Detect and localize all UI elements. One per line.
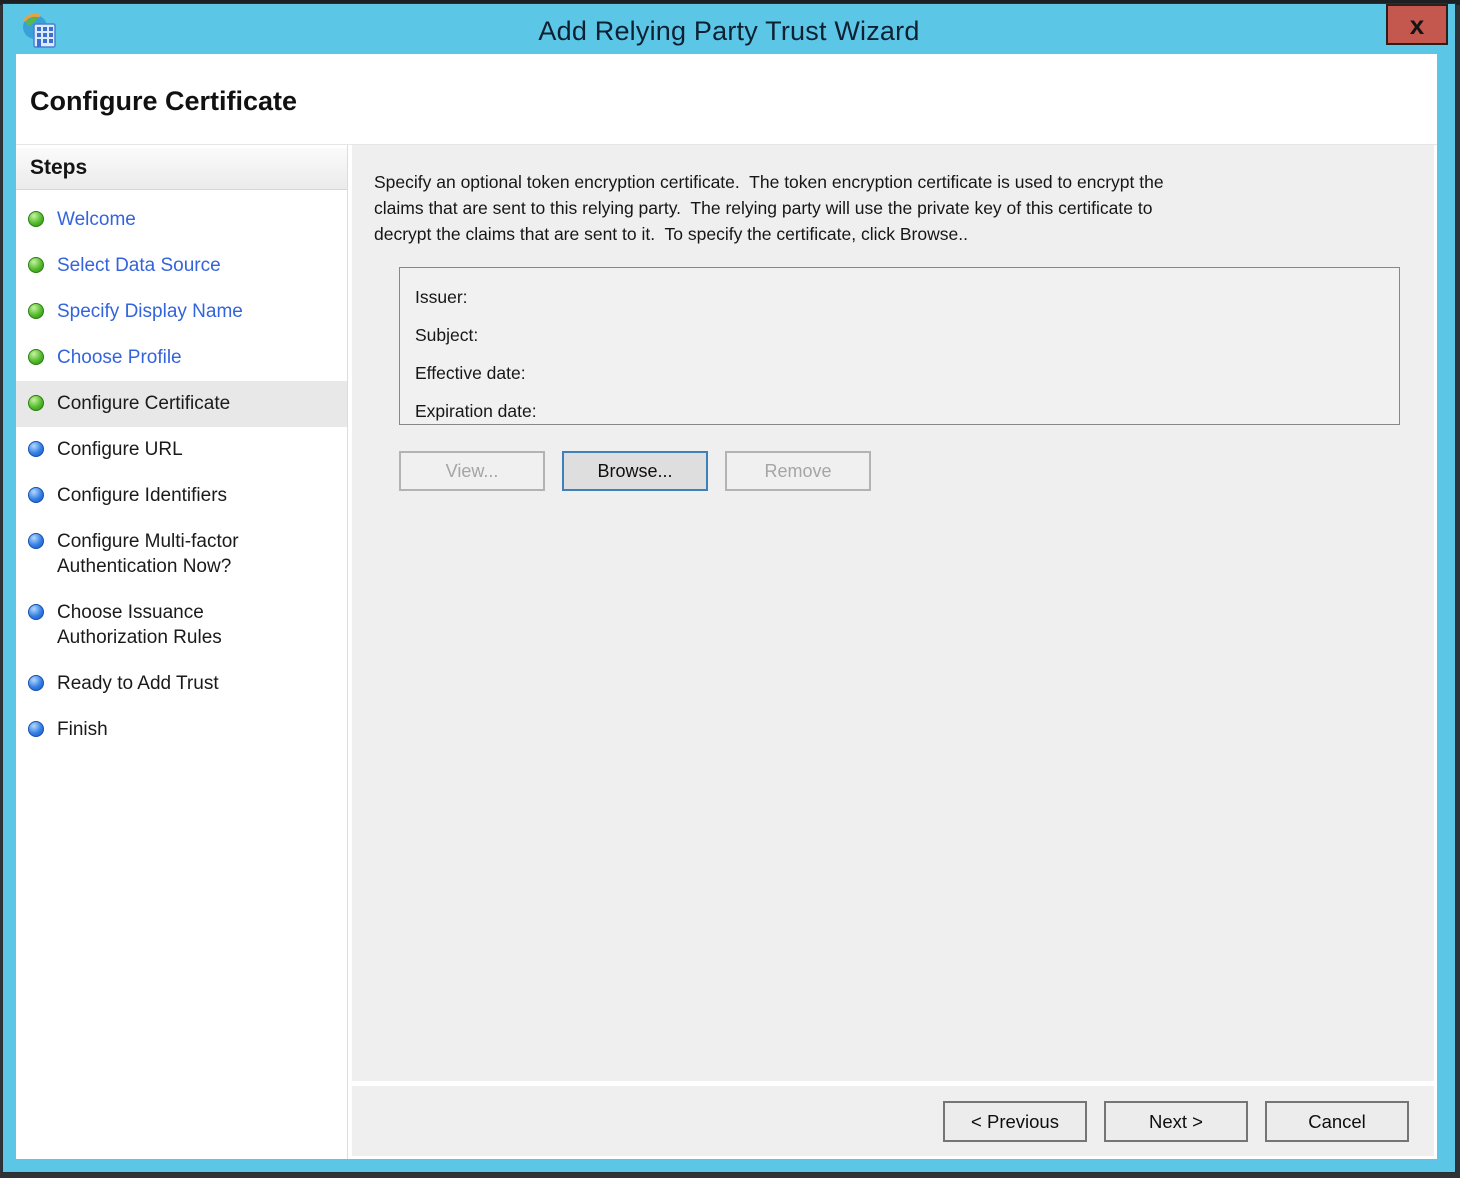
sidebar-item-choose-issuance-rules: Choose Issuance Authorization Rules xyxy=(16,590,347,661)
previous-button[interactable]: < Previous xyxy=(943,1101,1087,1142)
sidebar-item-configure-mfa: Configure Multi-factor Authentication No… xyxy=(16,519,347,590)
sidebar-item-specify-display-name[interactable]: Specify Display Name xyxy=(16,289,347,335)
step-complete-icon xyxy=(28,211,44,227)
certificate-issuer-label: Issuer: xyxy=(415,287,468,307)
step-upcoming-icon xyxy=(28,533,44,549)
window-title: Add Relying Party Trust Wizard xyxy=(538,16,920,46)
certificate-expiration-date-label: Expiration date: xyxy=(415,401,537,421)
main-content: Specify an optional token encryption cer… xyxy=(352,145,1434,1081)
step-upcoming-icon xyxy=(28,441,44,457)
page-title: Configure Certificate xyxy=(30,86,298,116)
sidebar-item-configure-certificate: Configure Certificate xyxy=(16,381,347,427)
next-button[interactable]: Next > xyxy=(1104,1101,1248,1142)
instruction-text: Specify an optional token encryption cer… xyxy=(374,172,1164,244)
step-upcoming-icon xyxy=(28,604,44,620)
step-complete-icon xyxy=(28,303,44,319)
sidebar-item-finish: Finish xyxy=(16,707,347,753)
wizard-window: Add Relying Party Trust Wizard x Configu… xyxy=(3,4,1455,1172)
close-icon: x xyxy=(1409,9,1425,40)
screen: Add Relying Party Trust Wizard x Configu… xyxy=(0,0,1460,1178)
browse-button[interactable]: Browse... xyxy=(562,451,708,491)
footer-bar: < Previous Next > Cancel xyxy=(352,1086,1434,1156)
page-header: Configure Certificate xyxy=(16,54,1437,144)
certificate-details-box: Issuer: Subject: Effective date: Expirat… xyxy=(399,267,1400,425)
steps-sidebar: Steps Welcome Select Data Source Specify… xyxy=(16,145,347,1159)
view-button: View... xyxy=(399,451,545,491)
step-complete-icon xyxy=(28,257,44,273)
close-button[interactable]: x xyxy=(1386,4,1448,45)
step-current-icon xyxy=(28,395,44,411)
wizard-body: Configure Certificate Steps Welcome Sele… xyxy=(16,54,1437,1159)
sidebar-item-choose-profile[interactable]: Choose Profile xyxy=(16,335,347,381)
step-upcoming-icon xyxy=(28,487,44,503)
steps-heading: Steps xyxy=(16,148,347,190)
cancel-button[interactable]: Cancel xyxy=(1265,1101,1409,1142)
sidebar-item-select-data-source[interactable]: Select Data Source xyxy=(16,243,347,289)
step-complete-icon xyxy=(28,349,44,365)
sidebar-item-configure-identifiers: Configure Identifiers xyxy=(16,473,347,519)
sidebar-item-ready-to-add-trust: Ready to Add Trust xyxy=(16,661,347,707)
certificate-actions: View... Browse... Remove xyxy=(399,451,871,491)
sidebar-divider xyxy=(347,145,348,1159)
certificate-subject-label: Subject: xyxy=(415,325,479,345)
certificate-effective-date-label: Effective date: xyxy=(415,363,526,383)
step-upcoming-icon xyxy=(28,675,44,691)
step-upcoming-icon xyxy=(28,721,44,737)
sidebar-item-welcome[interactable]: Welcome xyxy=(16,197,347,243)
remove-button: Remove xyxy=(725,451,871,491)
steps-list: Welcome Select Data Source Specify Displ… xyxy=(16,190,347,753)
titlebar: Add Relying Party Trust Wizard x xyxy=(3,4,1455,54)
sidebar-item-configure-url: Configure URL xyxy=(16,427,347,473)
